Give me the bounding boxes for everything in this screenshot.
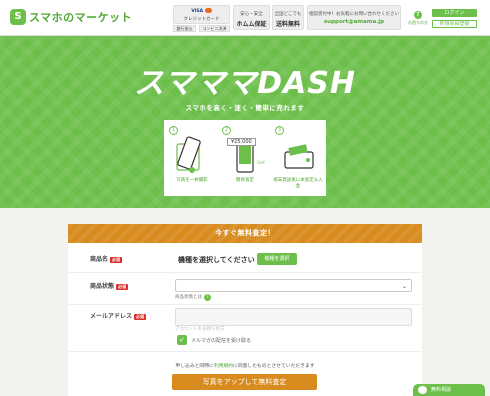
logo-text: スマホのマーケット: [29, 11, 133, 24]
wallet-money-icon: [284, 144, 314, 169]
terms-link[interactable]: 利用規約: [214, 364, 233, 369]
guarantee-line2: ホムム保証: [236, 21, 267, 28]
login-button[interactable]: ログイン: [432, 9, 477, 17]
payment-bank-transfer: 銀行振込: [173, 25, 196, 32]
condition-select[interactable]: ⌄: [175, 279, 412, 292]
payment-convenience-store: コンビニ決済: [199, 25, 230, 32]
visa-logo: VISA: [191, 9, 204, 14]
chat-button[interactable]: 無料相談: [413, 384, 485, 396]
required-badge: 必須: [110, 256, 123, 263]
payment-credit-card: VISA クレジットカード: [173, 5, 230, 24]
step-2: 2 Get! ¥25,000 簡易査定: [219, 124, 271, 194]
site-header: S スマホのマーケット VISA クレジットカード 銀行振込 コンビニ決済 安心…: [0, 0, 490, 36]
email-hint: アカウントをお持ちの方: [175, 327, 225, 332]
question-icon: ?: [204, 294, 211, 301]
step-caption: 写真を一枚撮影: [176, 178, 208, 183]
question-icon: ?: [414, 11, 422, 19]
hero-title: スマママDASH: [134, 66, 356, 101]
register-button[interactable]: 新規会員登録: [432, 20, 477, 28]
divider: [68, 272, 422, 273]
contact-email[interactable]: support@amama.jp: [308, 19, 400, 25]
step-1: 1 写真を一枚撮影: [166, 124, 218, 194]
contact-line1: 相談受付中！お気軽にお問い合わせください: [309, 12, 399, 17]
chevron-down-icon: ⌄: [401, 283, 407, 290]
newsletter-checkbox[interactable]: ✓: [177, 335, 187, 345]
hero-subtitle: スマホを高く・速く・簡単に売れます: [185, 104, 305, 112]
divider: [68, 304, 422, 305]
shipping-line2: 送料無料: [275, 21, 300, 28]
steps-panel: 1 写真を一枚撮影 2 Get! ¥25,000 簡易査定 3 端末発送後に本査…: [164, 120, 326, 196]
payment-label: クレジットカード: [183, 17, 220, 22]
condition-help[interactable]: 商品状態とは?: [175, 294, 211, 301]
step-3: 3 端末発送後に本査定＆入金: [272, 124, 324, 194]
help-label: お困りの方: [408, 20, 428, 25]
newsletter-label: メルマガの配信を受け取る: [191, 338, 252, 344]
required-badge: 必須: [116, 283, 129, 290]
email-field[interactable]: [175, 308, 412, 326]
submit-button[interactable]: 写真をアップして無料査定: [172, 374, 317, 390]
shipping-line1: 全国どこでも: [274, 12, 302, 17]
guarantee-line1: 安心・安全: [240, 12, 263, 17]
step-caption: 端末発送後に本査定＆入金: [273, 178, 323, 189]
guarantee-box: 安心・安全 ホムム保証: [233, 5, 270, 30]
divider: [68, 351, 422, 352]
svg-text:Get!: Get!: [257, 160, 265, 165]
hero-banner: スマママDASH スマホを高く・速く・簡単に売れます 1 写真を一枚撮影 2 G…: [0, 36, 490, 208]
model-prompt: 機種を選択してください: [178, 256, 255, 264]
select-model-button[interactable]: 機種を選択: [257, 253, 297, 265]
price-tag: ¥25,000: [227, 138, 256, 146]
form-header: 今すぐ無料査定！: [68, 224, 422, 243]
step-caption: 簡易査定: [236, 178, 254, 183]
model-label: 商品名 必須: [90, 256, 123, 263]
email-label: メールアドレス 必須: [90, 313, 147, 320]
chat-bubble-icon: [418, 386, 427, 394]
appraisal-form: 今すぐ無料査定！ 商品名 必須 機種を選択してください 機種を選択 商品状態 必須 …: [68, 224, 422, 396]
camera-phone-icon: [176, 136, 201, 173]
required-badge: 必須: [134, 313, 147, 320]
logo-mark-icon: S: [10, 9, 26, 25]
contact-box[interactable]: 相談受付中！お気軽にお問い合わせください support@amama.jp: [307, 5, 401, 30]
shipping-box: 全国どこでも 送料無料: [272, 5, 304, 30]
help-link[interactable]: ? お困りの方: [408, 11, 428, 26]
chat-label: 無料相談: [431, 387, 452, 393]
site-logo[interactable]: S スマホのマーケット: [10, 9, 132, 25]
terms-note: 申し込みと同時に利用規約に同意したものとさせていただきます: [175, 364, 315, 369]
condition-label: 商品状態 必須: [90, 283, 129, 290]
mastercard-icon: [204, 8, 212, 13]
